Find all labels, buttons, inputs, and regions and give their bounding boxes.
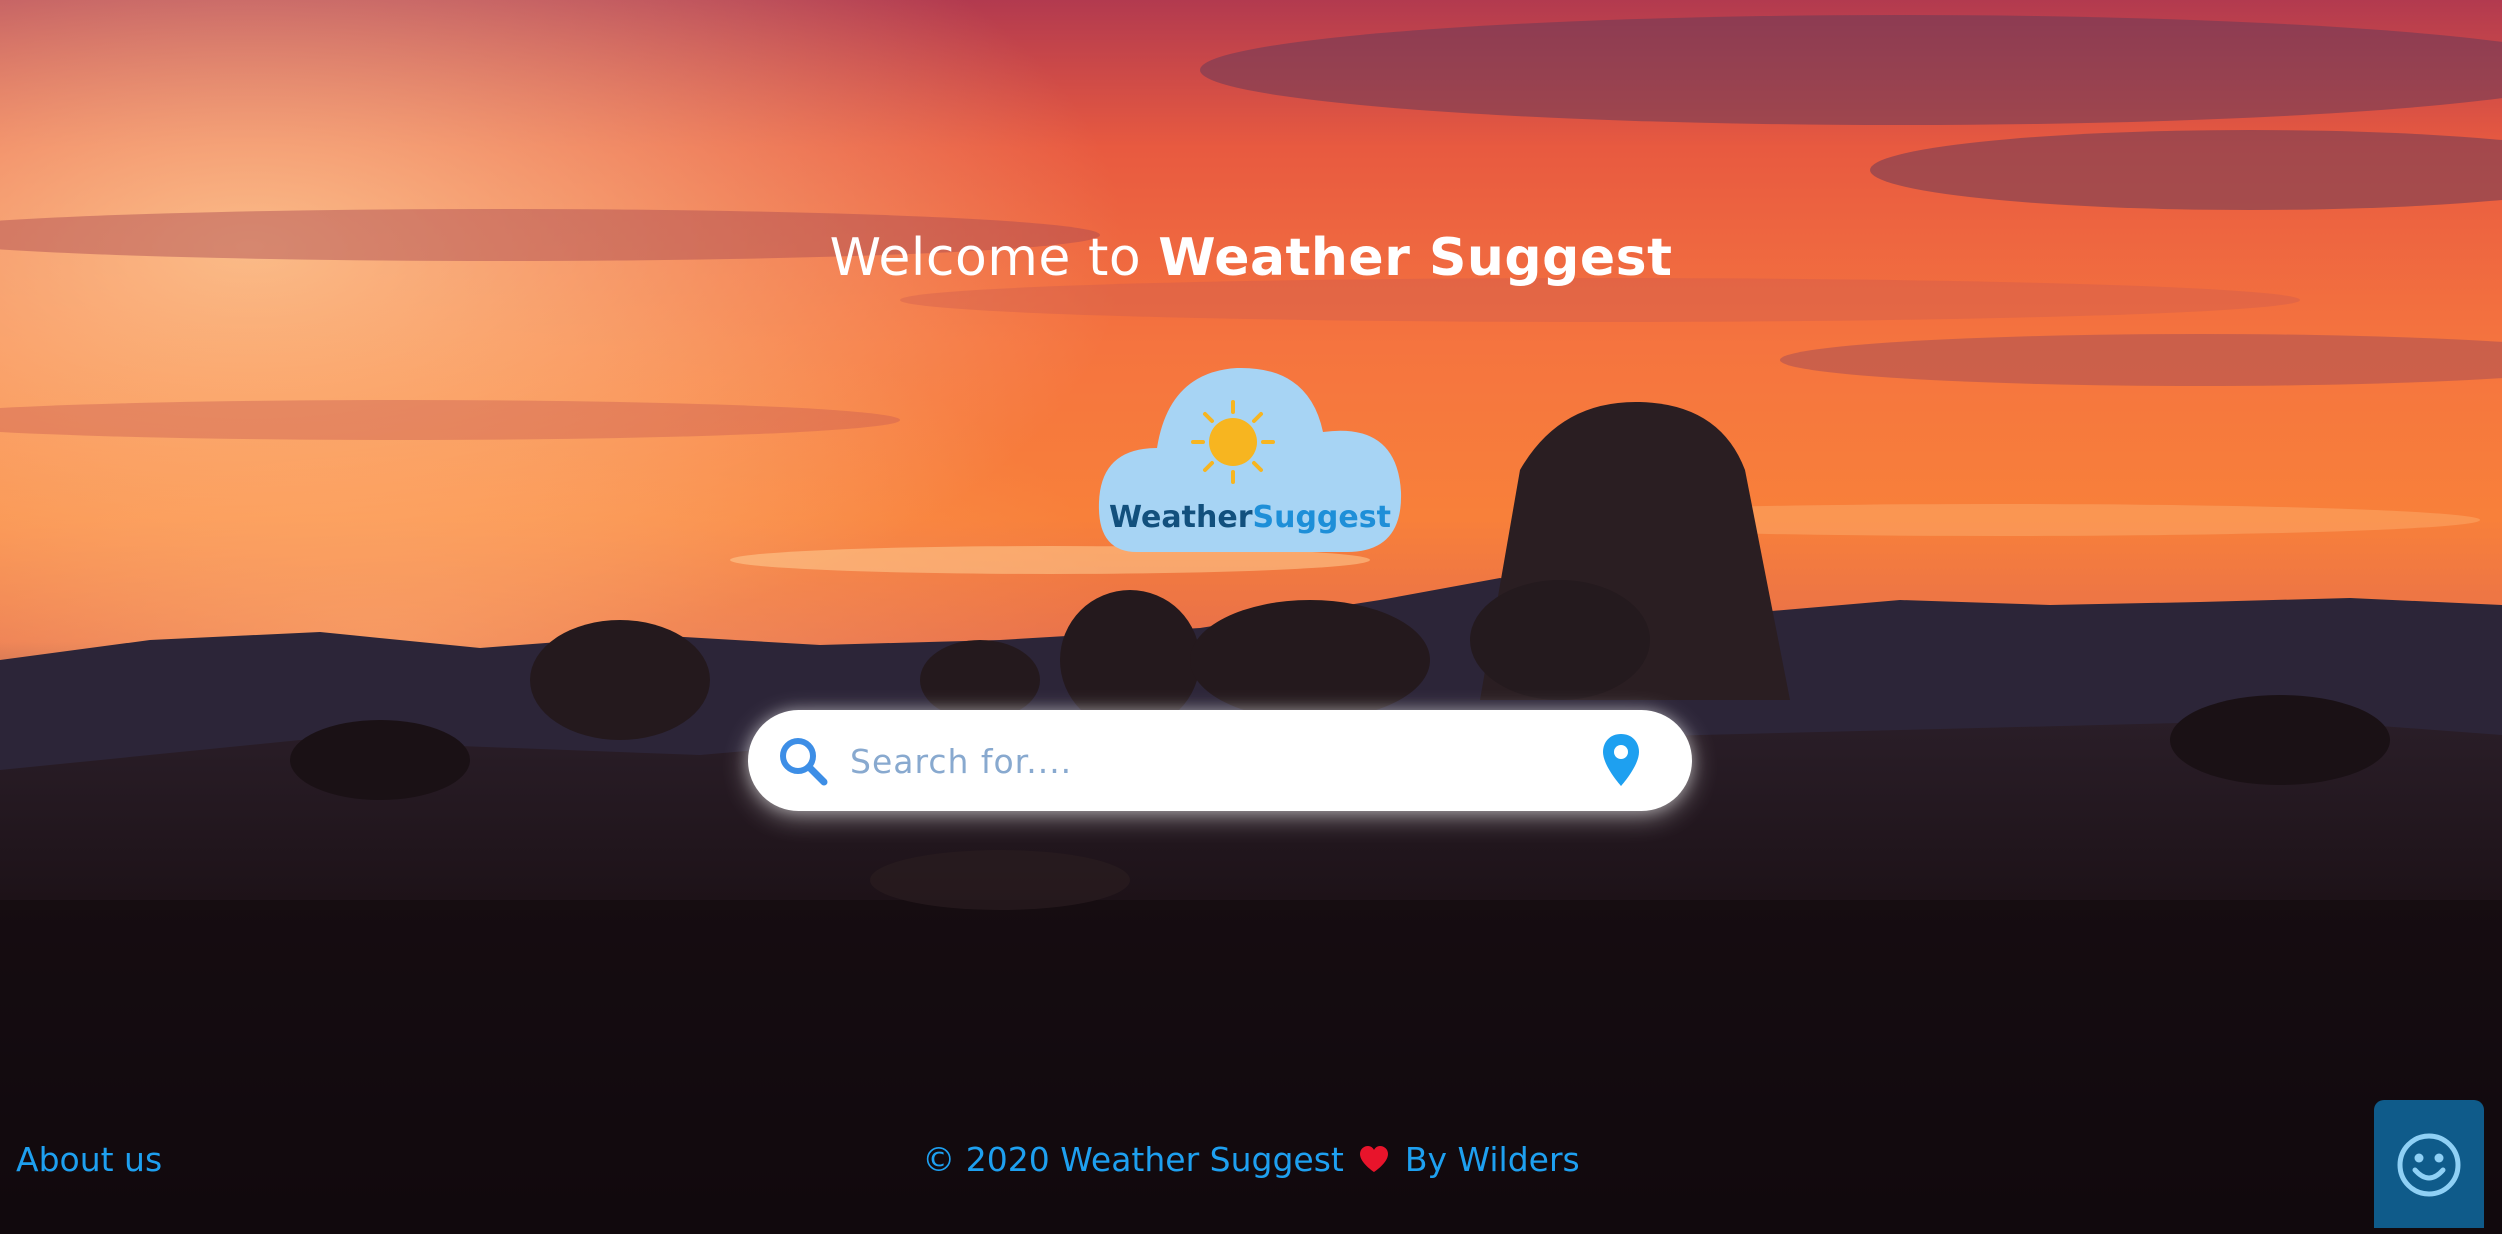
svg-text:WeatherSuggest: WeatherSuggest [1109, 500, 1391, 535]
sun-cloud-logo-icon: WeatherSuggest [1098, 367, 1402, 552]
logo-text-suggest: Suggest [1252, 500, 1390, 535]
search-bar [748, 710, 1692, 811]
logo-text-weather: Weather [1109, 500, 1253, 535]
smiley-icon [2397, 1133, 2461, 1197]
welcome-heading: Welcome to Weather Suggest [0, 228, 2502, 288]
about-us-link[interactable]: About us [16, 1140, 162, 1179]
feedback-widget-button[interactable] [2374, 1100, 2484, 1228]
by-wilders-text: By Wilders [1404, 1140, 1580, 1179]
welcome-prefix: Welcome to [829, 228, 1142, 288]
welcome-brand: Weather Suggest [1158, 228, 1673, 288]
location-pin-icon[interactable] [1600, 732, 1642, 788]
copyright-text: © 2020 Weather Suggest [922, 1140, 1344, 1179]
search-input[interactable] [848, 728, 1532, 794]
weather-suggest-logo: WeatherSuggest [1097, 362, 1403, 558]
landing-page: Welcome to Weather Suggest WeatherSugges… [0, 0, 2502, 1234]
background-sunset-image [0, 0, 2502, 1234]
search-icon[interactable] [776, 734, 830, 788]
